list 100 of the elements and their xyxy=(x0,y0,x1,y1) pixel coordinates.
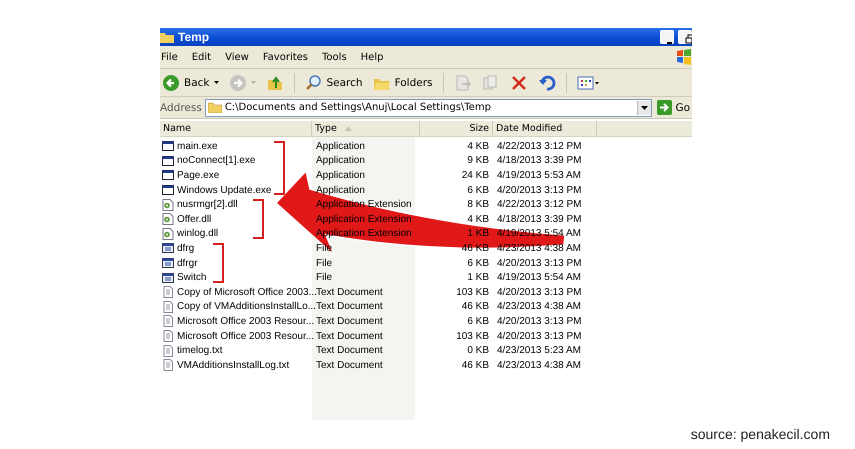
file-name[interactable]: Microsoft Office 2003 Resour... xyxy=(177,316,314,327)
back-button[interactable]: Back xyxy=(160,74,220,92)
search-icon xyxy=(304,74,322,92)
file-size: 1 KB xyxy=(466,272,490,284)
gear-page-icon xyxy=(162,228,174,240)
text-page-icon xyxy=(162,286,174,298)
file-size: 4 KB xyxy=(466,140,490,152)
program-window-icon xyxy=(162,169,174,182)
file-date: 4/19/2013 5:53 AM xyxy=(496,170,582,181)
file-name[interactable]: main.exe xyxy=(177,140,218,152)
file-type: Application xyxy=(315,170,366,181)
file-date: 4/22/2013 3:12 PM xyxy=(496,199,583,210)
caret-icon xyxy=(214,81,218,84)
file-type: Application xyxy=(315,155,366,166)
file-date: 4/18/2013 3:39 PM xyxy=(496,214,583,225)
file-type: Application Extension xyxy=(315,214,413,225)
file-name[interactable]: dfrg xyxy=(177,242,194,254)
file-name[interactable]: VMAdditionsInstallLog.txt xyxy=(177,360,290,371)
file-name[interactable]: winlog.dll xyxy=(177,228,218,240)
file-name[interactable]: dfrgr xyxy=(177,258,198,269)
dropdown-button[interactable] xyxy=(637,100,652,114)
menu-item[interactable]: Tools xyxy=(321,52,355,62)
file-size: 6 KB xyxy=(466,258,490,269)
system-file-icon xyxy=(162,272,174,284)
file-type: File xyxy=(315,272,334,284)
file-type: Text Document xyxy=(315,345,384,356)
pages-icon xyxy=(482,74,500,92)
file-date: 4/19/2013 5:54 AM xyxy=(496,272,582,284)
gear-page-icon xyxy=(162,198,174,211)
file-size: 6 KB xyxy=(466,184,490,196)
file-name[interactable]: timelog.txt xyxy=(177,345,223,356)
column-header[interactable]: Date Modified xyxy=(493,121,597,136)
gear-page-icon xyxy=(162,213,174,226)
views-button[interactable] xyxy=(574,74,602,92)
column-header[interactable]: Name xyxy=(160,121,312,136)
file-name[interactable]: Copy of VMAdditionsInstallLo... xyxy=(177,301,316,312)
file-size: 8 KB xyxy=(466,199,490,210)
minimize-button[interactable] xyxy=(660,30,674,44)
text-page-icon xyxy=(162,330,174,342)
file-date: 4/20/2013 3:13 PM xyxy=(496,258,583,269)
text-page-icon xyxy=(162,300,174,313)
system-file-icon xyxy=(162,257,174,270)
source-caption: source: penakecil.com xyxy=(690,426,831,442)
file-date: 4/23/2013 5:23 AM xyxy=(496,345,582,356)
file-size: 6 KB xyxy=(466,316,490,327)
menu-item[interactable]: View xyxy=(224,52,257,62)
file-date: 4/20/2013 3:13 PM xyxy=(496,286,583,298)
address-label: Address xyxy=(160,102,202,114)
file-name[interactable]: Offer.dll xyxy=(177,214,212,225)
menu-item[interactable]: File xyxy=(160,52,186,62)
file-name[interactable]: noConnect[1].exe xyxy=(177,155,256,166)
program-window-icon xyxy=(162,184,174,196)
file-type: Text Document xyxy=(315,330,384,342)
text-page-icon xyxy=(162,344,174,357)
file-name[interactable]: Page.exe xyxy=(177,170,220,181)
address-field[interactable]: C:\Documents and Settings\Anuj\Local Settings\Temp xyxy=(204,98,652,116)
column-header[interactable]: Size xyxy=(420,121,493,136)
file-type: Application Extension xyxy=(315,199,413,210)
file-size: 46 KB xyxy=(460,301,490,312)
folder-up-icon xyxy=(266,74,284,92)
column-header[interactable]: Type xyxy=(312,121,420,136)
file-type: Application xyxy=(315,140,366,152)
menu-item[interactable]: Help xyxy=(360,52,392,62)
file-size: 46 KB xyxy=(460,360,490,371)
program-window-icon xyxy=(162,140,174,152)
program-window-icon xyxy=(162,154,174,167)
restore-icon xyxy=(685,34,692,44)
file-size: 103 KB xyxy=(455,330,490,342)
file-name[interactable]: nusrmgr[2].dll xyxy=(177,199,238,210)
go-button[interactable]: Go xyxy=(655,100,692,115)
file-name[interactable]: Windows Update.exe xyxy=(177,184,272,196)
undo-icon xyxy=(538,74,556,92)
caret-icon xyxy=(250,81,256,84)
file-size: 1 KB xyxy=(466,228,490,240)
search-button[interactable]: Search xyxy=(302,74,365,92)
folder-icon xyxy=(160,31,174,43)
text-page-icon xyxy=(162,315,174,328)
file-type: Text Document xyxy=(315,316,384,327)
page-arrow-icon xyxy=(454,74,472,92)
menu-item[interactable]: Favorites xyxy=(262,52,316,62)
folders-button[interactable]: Folders xyxy=(370,74,434,92)
file-date: 4/22/2013 3:12 PM xyxy=(496,140,583,152)
restore-button[interactable] xyxy=(678,30,692,44)
file-name[interactable]: Microsoft Office 2003 Resour... xyxy=(177,330,314,342)
window-title: Temp xyxy=(178,30,210,44)
menu-item[interactable]: Edit xyxy=(190,52,220,62)
system-file-icon xyxy=(162,242,174,254)
file-date: 4/20/2013 3:13 PM xyxy=(496,316,583,327)
file-type: Application xyxy=(315,184,366,196)
windows-flag-icon xyxy=(676,49,692,65)
file-name[interactable]: Switch xyxy=(177,272,206,284)
file-type: Text Document xyxy=(315,360,384,371)
caret-icon xyxy=(641,106,648,110)
file-size: 9 KB xyxy=(466,155,490,166)
file-date: 4/20/2013 3:13 PM xyxy=(496,184,583,196)
file-size: 103 KB xyxy=(455,286,490,298)
go-arrow-icon xyxy=(657,100,672,115)
file-name[interactable]: Copy of Microsoft Office 2003... xyxy=(177,286,317,298)
minimize-icon xyxy=(667,42,672,44)
folder-icon xyxy=(208,102,222,113)
